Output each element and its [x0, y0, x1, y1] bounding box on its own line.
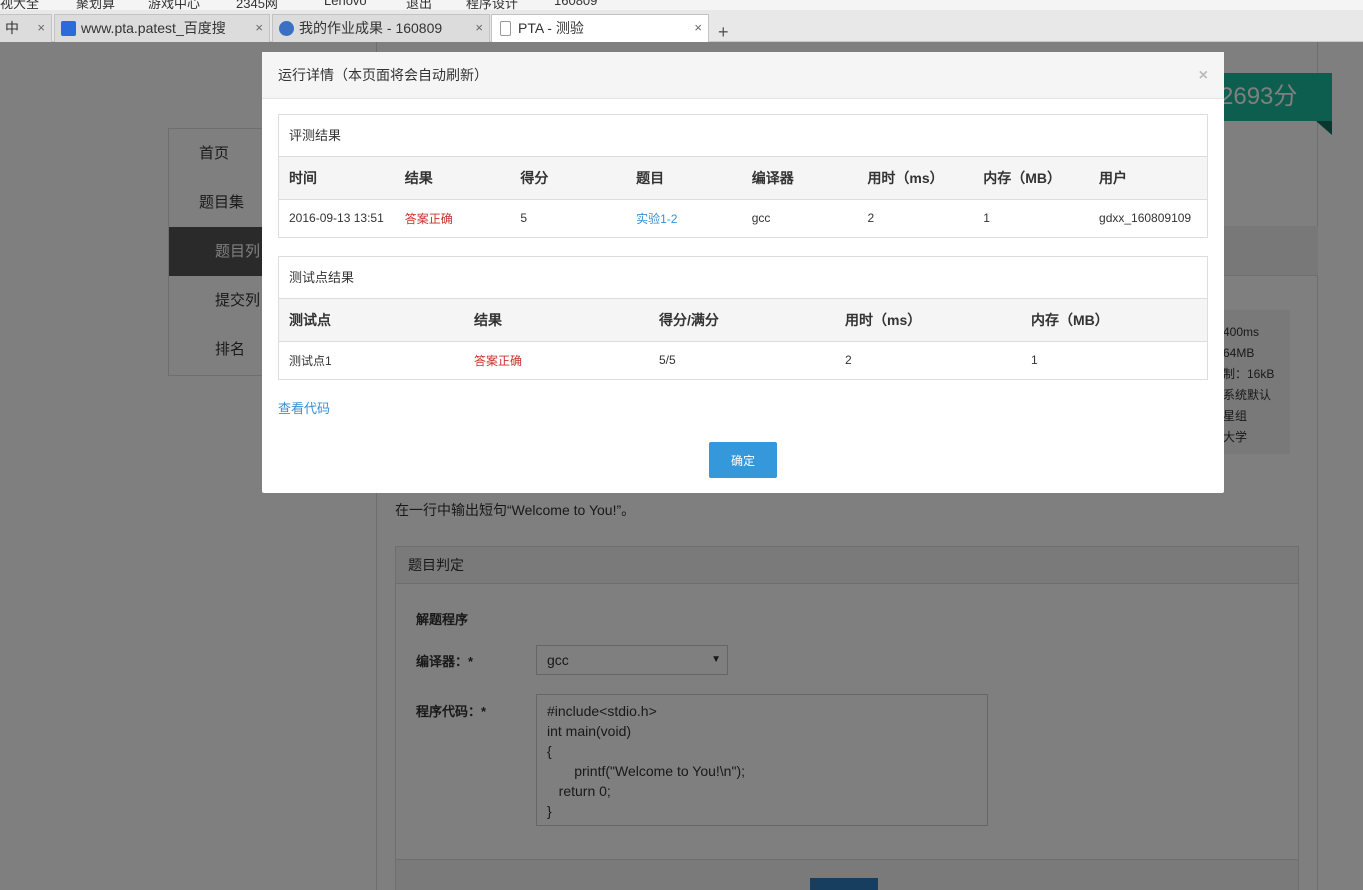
bookmark-item[interactable]: Lenovo — [324, 0, 367, 8]
column-header: 得分 — [510, 157, 627, 200]
bookmark-item[interactable]: 游戏中心 — [148, 0, 200, 10]
bookmark-item[interactable]: 程序设计 — [466, 0, 518, 10]
cell-compiler: gcc — [751, 211, 771, 226]
column-header: 用户 — [1089, 157, 1207, 200]
browser-tab[interactable]: 中 × — [0, 14, 52, 42]
bookmark-item[interactable]: 退出 — [406, 0, 432, 10]
ok-button[interactable]: 确定 — [709, 442, 777, 478]
cell-score: 5/5 — [659, 353, 676, 368]
tab-close-icon[interactable]: × — [37, 15, 45, 41]
column-header: 编译器 — [741, 157, 858, 200]
site-globe-icon — [279, 21, 294, 36]
bookmark-item[interactable]: 160809 — [554, 0, 597, 8]
column-header: 题目 — [626, 157, 742, 200]
column-header: 内存（MB） — [973, 157, 1090, 200]
cell-result: 答案正确 — [404, 211, 453, 226]
cell-score: 5 — [520, 211, 528, 226]
tab-title: www.pta.patest_百度搜 — [81, 20, 226, 36]
cell-memory: 1 — [1031, 353, 1038, 368]
column-header: 结果 — [464, 299, 649, 342]
bookmark-item[interactable]: 聚划算 — [76, 0, 115, 10]
browser-tab-bar: 中 × www.pta.patest_百度搜 × 我的作业成果 - 160809… — [0, 10, 1363, 43]
cell-time: 2016-09-13 13:51 — [289, 211, 384, 226]
column-header: 用时（ms） — [857, 157, 974, 200]
baidu-paw-icon — [61, 21, 76, 36]
testcase-result-table: 测试点 结果 得分/满分 用时（ms） 内存（MB） 测试点1 答案正确 5/5… — [279, 299, 1207, 379]
cell-testcase: 测试点1 — [289, 353, 332, 368]
column-header: 用时（ms） — [835, 299, 1021, 342]
testcase-result-panel: 测试点结果 测试点 结果 得分/满分 用时（ms） 内存（MB） 测试点1 答案… — [278, 256, 1208, 380]
cell-result: 答案正确 — [474, 353, 523, 368]
close-icon[interactable]: × — [1199, 67, 1208, 85]
table-row: 测试点1 答案正确 5/5 2 1 — [279, 341, 1207, 379]
tab-title: PTA - 测验 — [518, 20, 584, 36]
view-code-link[interactable]: 查看代码 — [278, 398, 330, 417]
column-header: 内存（MB） — [1021, 299, 1207, 342]
tab-title: 中 — [5, 20, 19, 36]
tab-close-icon[interactable]: × — [255, 15, 263, 41]
testcase-result-title: 测试点结果 — [279, 257, 1207, 299]
page-icon — [500, 21, 511, 36]
table-header-row: 测试点 结果 得分/满分 用时（ms） 内存（MB） — [279, 299, 1207, 342]
column-header: 时间 — [279, 157, 395, 200]
column-header: 得分/满分 — [649, 299, 835, 342]
run-details-modal: 运行详情（本页面将会自动刷新） × 评测结果 时间 结果 得分 题目 编译器 用… — [262, 52, 1224, 493]
eval-result-title: 评测结果 — [279, 115, 1207, 157]
bookmark-item[interactable]: 视大全 — [0, 0, 39, 10]
browser-tab-active[interactable]: PTA - 测验 × — [491, 14, 709, 43]
column-header: 测试点 — [279, 299, 464, 342]
browser-tab[interactable]: www.pta.patest_百度搜 × — [54, 14, 270, 42]
column-header: 结果 — [394, 157, 511, 200]
tab-title: 我的作业成果 - 160809 — [299, 20, 443, 36]
cell-user: gdxx_160809109 — [1099, 211, 1192, 226]
modal-title: 运行详情（本页面将会自动刷新） — [262, 52, 1224, 99]
new-tab-button[interactable]: + — [718, 22, 729, 43]
bookmark-item[interactable]: 2345网 — [236, 0, 278, 10]
table-header-row: 时间 结果 得分 题目 编译器 用时（ms） 内存（MB） 用户 — [279, 157, 1207, 200]
browser-tab[interactable]: 我的作业成果 - 160809 × — [272, 14, 490, 42]
problem-link[interactable]: 实验1-2 — [626, 199, 742, 237]
eval-result-table: 时间 结果 得分 题目 编译器 用时（ms） 内存（MB） 用户 2016-09… — [279, 157, 1207, 237]
table-row: 2016-09-13 13:51 答案正确 5 实验1-2 gcc 2 1 gd… — [279, 199, 1207, 237]
eval-result-panel: 评测结果 时间 结果 得分 题目 编译器 用时（ms） 内存（MB） 用户 20… — [278, 114, 1208, 238]
cell-memory: 1 — [983, 211, 990, 226]
bookmarks-bar: 视大全 聚划算 游戏中心 2345网 Lenovo 退出 程序设计 160809 — [0, 0, 1363, 10]
tab-close-icon[interactable]: × — [694, 15, 702, 41]
tab-close-icon[interactable]: × — [475, 15, 483, 41]
cell-time-ms: 2 — [845, 353, 852, 368]
cell-time-ms: 2 — [867, 211, 875, 226]
